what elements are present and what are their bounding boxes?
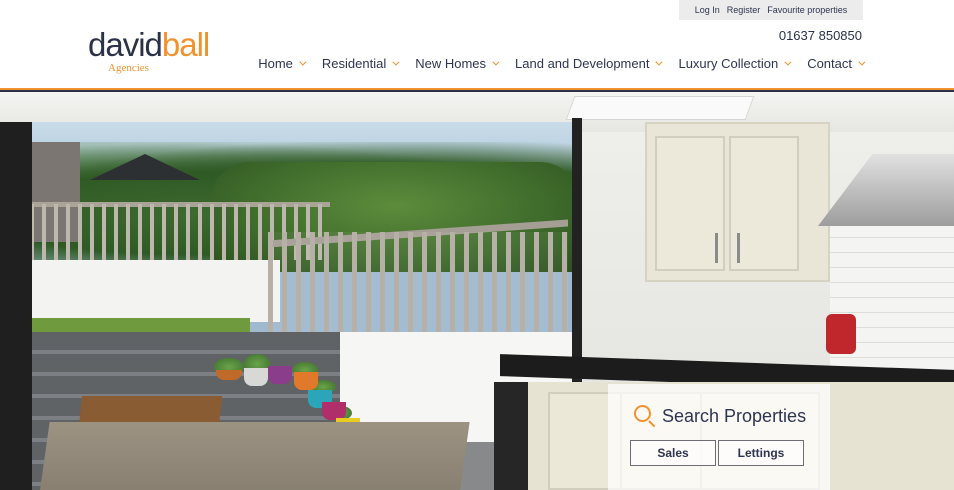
nav-item-residential[interactable]: Residential bbox=[304, 56, 400, 71]
plant-pot bbox=[268, 366, 292, 384]
lettings-button[interactable]: Lettings bbox=[718, 440, 804, 466]
stand-mixer bbox=[826, 314, 856, 354]
chevron-down-icon bbox=[858, 58, 866, 66]
logo[interactable]: davidball Agencies bbox=[88, 27, 218, 77]
logo-word-ball: ball bbox=[161, 26, 210, 63]
login-link[interactable]: Log In bbox=[695, 5, 720, 15]
nav-item-label: Luxury Collection bbox=[678, 56, 779, 71]
search-title-text: Search Properties bbox=[662, 405, 807, 426]
logo-subtitle: Agencies bbox=[108, 62, 149, 74]
phone-number[interactable]: 01637 850850 bbox=[779, 28, 862, 43]
main-nav: Home Residential New Homes Land and Deve… bbox=[258, 56, 866, 71]
logo-word-david: david bbox=[88, 26, 163, 63]
nav-item-label: Home bbox=[258, 56, 293, 71]
nav-item-contact[interactable]: Contact bbox=[789, 56, 866, 71]
hero-image: Search Properties Sales Lettings bbox=[0, 92, 954, 490]
magnifier-icon bbox=[634, 405, 656, 428]
sales-button[interactable]: Sales bbox=[630, 440, 716, 466]
property-search-panel: Search Properties Sales Lettings bbox=[608, 384, 830, 490]
favourite-properties-link[interactable]: Favourite properties bbox=[767, 5, 847, 15]
nav-item-home[interactable]: Home bbox=[258, 56, 307, 71]
nav-item-land-and-development[interactable]: Land and Development bbox=[497, 56, 663, 71]
nav-item-new-homes[interactable]: New Homes bbox=[397, 56, 500, 71]
nav-item-label: New Homes bbox=[415, 56, 487, 71]
skylight bbox=[565, 96, 755, 120]
door-frame bbox=[0, 122, 32, 490]
register-link[interactable]: Register bbox=[727, 5, 761, 15]
dining-table bbox=[38, 422, 470, 490]
search-heading: Search Properties bbox=[634, 405, 807, 428]
wall-cabinet bbox=[645, 122, 830, 282]
site-header: Log In Register Favourite properties dav… bbox=[0, 0, 954, 92]
nav-item-label: Residential bbox=[321, 56, 387, 71]
account-bar: Log In Register Favourite properties bbox=[679, 0, 863, 20]
nav-item-label: Contact bbox=[807, 56, 852, 71]
plant-pot bbox=[294, 372, 318, 390]
nav-item-label: Land and Development bbox=[515, 56, 650, 71]
plant-pot bbox=[244, 368, 268, 386]
plant-pot bbox=[216, 370, 242, 380]
nav-item-luxury-collection[interactable]: Luxury Collection bbox=[660, 56, 792, 71]
